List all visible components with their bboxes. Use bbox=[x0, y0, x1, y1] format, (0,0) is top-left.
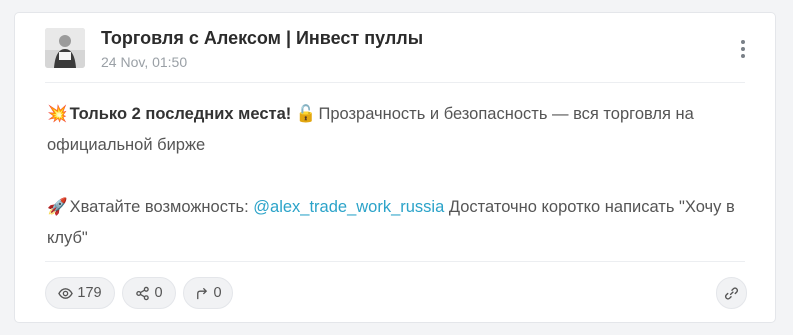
channel-name[interactable]: Торговля с Алексом | Инвест пуллы bbox=[101, 28, 423, 49]
unlock-emoji: 🔓 bbox=[295, 105, 317, 123]
footer-divider bbox=[45, 261, 745, 262]
mention-link[interactable]: @alex_trade_work_russia bbox=[253, 198, 444, 216]
forwards-counter[interactable]: 0 bbox=[183, 277, 233, 309]
copy-link-button[interactable] bbox=[716, 277, 747, 309]
link-icon bbox=[724, 286, 739, 300]
post-paragraph-2: 🚀 Хватайте возможность: @alex_trade_work… bbox=[47, 192, 747, 254]
rocket-emoji: 🚀 bbox=[47, 198, 68, 216]
post-highlight: Только 2 последних места! bbox=[69, 105, 292, 123]
post-timestamp: 24 Nov, 01:50 bbox=[101, 54, 188, 70]
more-vertical-icon[interactable] bbox=[731, 37, 755, 61]
views-counter[interactable]: 179 bbox=[45, 277, 115, 309]
post-card: Торговля с Алексом | Инвест пуллы 24 Nov… bbox=[14, 12, 776, 323]
eye-icon bbox=[58, 287, 74, 299]
channel-avatar[interactable] bbox=[45, 28, 85, 68]
share-nodes-icon bbox=[136, 286, 150, 300]
shares-counter[interactable]: 0 bbox=[122, 277, 176, 309]
shares-count: 0 bbox=[154, 285, 163, 301]
post-paragraph-1: 💥 Только 2 последних места! 🔓 Прозрачнос… bbox=[47, 99, 747, 161]
views-count: 179 bbox=[77, 285, 102, 301]
forwards-count: 0 bbox=[213, 285, 222, 301]
collision-emoji: 💥 bbox=[47, 105, 68, 123]
forward-arrow-icon bbox=[197, 287, 208, 299]
header-divider bbox=[45, 82, 745, 83]
post-paragraph-2-text: Хватайте возможность: bbox=[69, 198, 254, 216]
post-text: 💥 Только 2 последних места! 🔓 Прозрачнос… bbox=[47, 99, 747, 254]
avatar-image bbox=[45, 28, 85, 68]
